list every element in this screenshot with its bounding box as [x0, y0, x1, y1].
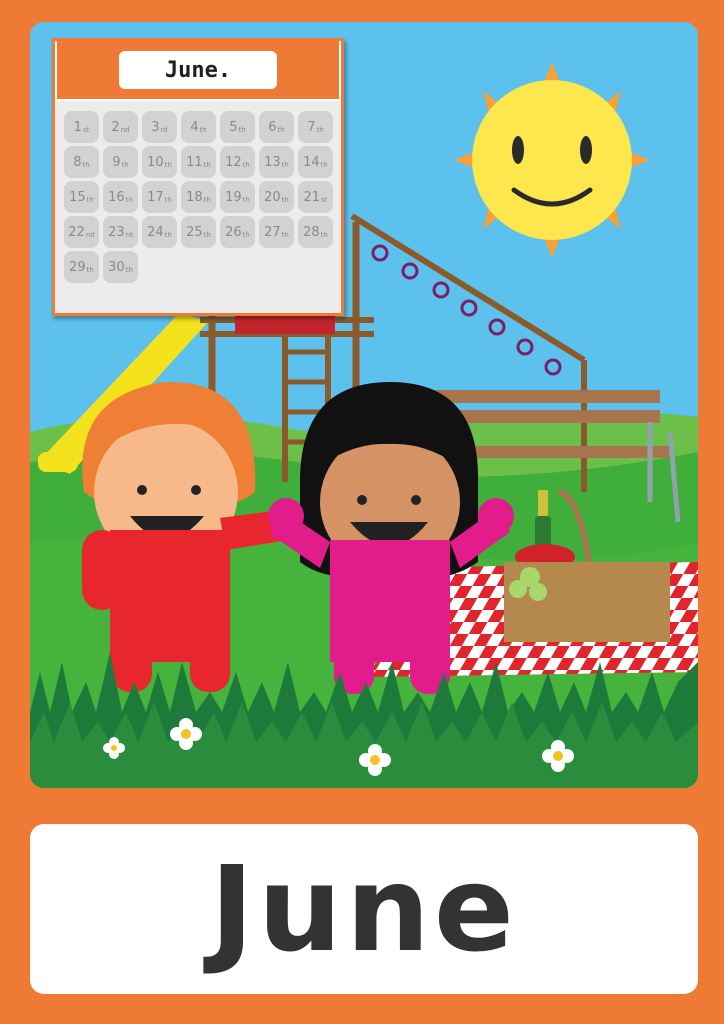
calendar-day: 30th — [103, 251, 138, 283]
calendar-day-suffix: th — [125, 265, 133, 274]
calendar-grid: 1st 2nd 3rd 4th 5th 6th 7th 8th 9th 10th 11th 12th 1… — [64, 111, 333, 283]
label-card: June — [30, 824, 698, 994]
calendar-day-suffix: th — [86, 195, 94, 204]
calendar-day-number: 20 — [264, 189, 281, 205]
calendar-day-number: 2 — [111, 119, 120, 135]
calendar-day-suffix: th — [281, 195, 289, 204]
calendar-day: 18th — [181, 181, 216, 213]
calendar-day-suffix: th — [281, 160, 289, 169]
calendar-day-suffix: th — [125, 195, 133, 204]
calendar-day-suffix: th — [164, 230, 172, 239]
calendar-day-number: 24 — [147, 224, 164, 240]
calendar-day-suffix: th — [238, 125, 246, 134]
calendar-day-suffix: th — [121, 160, 129, 169]
calendar-day-number: 7 — [307, 119, 316, 135]
calendar-day-suffix: th — [164, 160, 172, 169]
calendar-day: 7th — [298, 111, 333, 143]
calendar-day-suffix: th — [277, 125, 285, 134]
calendar-day: 26th — [220, 216, 255, 248]
calendar-day: 1st — [64, 111, 99, 143]
calendar-day: 22nd — [64, 216, 99, 248]
calendar-day: 8th — [64, 146, 99, 178]
calendar-day: 11th — [181, 146, 216, 178]
calendar-day: 24th — [142, 216, 177, 248]
calendar-day-number: 26 — [225, 224, 242, 240]
calendar-day-number: 16 — [108, 189, 125, 205]
calendar-day-number: 13 — [264, 154, 281, 170]
calendar-day-suffix: st — [82, 125, 90, 134]
calendar-day: 17th — [142, 181, 177, 213]
calendar-day-suffix: th — [242, 230, 250, 239]
calendar-day-number: 5 — [229, 119, 238, 135]
calendar-day: 23rd — [103, 216, 138, 248]
calendar-day: 21st — [298, 181, 333, 213]
calendar-day-suffix: rd — [160, 125, 168, 134]
calendar-day-number: 21 — [303, 189, 321, 205]
calendar-day: 4th — [181, 111, 216, 143]
calendar-title: June. — [119, 51, 277, 89]
calendar-day-number: 17 — [147, 189, 164, 205]
calendar-day: 9th — [103, 146, 138, 178]
calendar-day: 3rd — [142, 111, 177, 143]
calendar-day-suffix: th — [281, 230, 289, 239]
calendar-day: 27th — [259, 216, 294, 248]
calendar-day-number: 19 — [225, 189, 242, 205]
calendar-day-number: 3 — [151, 119, 160, 135]
calendar-day-number: 22 — [68, 224, 85, 240]
calendar-day: 19th — [220, 181, 255, 213]
calendar-day-number: 11 — [186, 154, 203, 170]
calendar-day-number: 29 — [69, 259, 86, 275]
sun-icon — [454, 62, 650, 258]
calendar-day-suffix: th — [203, 230, 211, 239]
calendar-day-suffix: th — [203, 195, 211, 204]
month-label: June — [210, 840, 518, 978]
calendar-day-number: 10 — [147, 154, 164, 170]
calendar-day: 15th — [64, 181, 99, 213]
calendar-day: 6th — [259, 111, 294, 143]
calendar-day-number: 28 — [303, 224, 320, 240]
calendar-day-number: 27 — [264, 224, 281, 240]
calendar-day: 28th — [298, 216, 333, 248]
calendar-day: 29th — [64, 251, 99, 283]
calendar-day-suffix: th — [199, 125, 207, 134]
calendar-day: 25th — [181, 216, 216, 248]
calendar-day: 20th — [259, 181, 294, 213]
calendar-day-suffix: nd — [85, 230, 95, 239]
calendar-day: 13th — [259, 146, 294, 178]
calendar-day: 5th — [220, 111, 255, 143]
calendar-day-suffix: th — [86, 265, 94, 274]
calendar-day-number: 25 — [186, 224, 203, 240]
calendar-day-number: 4 — [190, 119, 199, 135]
calendar-day-number: 12 — [225, 154, 242, 170]
calendar-day-number: 30 — [108, 259, 125, 275]
calendar-day-suffix: th — [320, 160, 328, 169]
calendar-day-suffix: nd — [120, 125, 130, 134]
calendar-day-suffix: th — [316, 125, 324, 134]
calendar-day: 14th — [298, 146, 333, 178]
calendar-day-number: 6 — [268, 119, 277, 135]
calendar-day-number: 8 — [73, 154, 82, 170]
calendar-day-suffix: rd — [125, 230, 133, 239]
calendar-day-number: 23 — [108, 224, 125, 240]
calendar-day-number: 15 — [69, 189, 86, 205]
calendar-day: 12th — [220, 146, 255, 178]
calendar-day: 16th — [103, 181, 138, 213]
calendar-day-number: 18 — [186, 189, 203, 205]
calendar-day-suffix: th — [203, 160, 211, 169]
calendar-day-number: 14 — [303, 154, 320, 170]
calendar-day: 10th — [142, 146, 177, 178]
calendar-day-number: 9 — [112, 154, 121, 170]
calendar-header: June. — [55, 41, 341, 101]
illustration-scene: June. 1st 2nd 3rd 4th 5th 6th 7th 8th 9th 10th 11 t… — [30, 22, 698, 788]
calendar-day-suffix: th — [320, 230, 328, 239]
calendar-day-suffix: st — [321, 195, 328, 204]
calendar: June. 1st 2nd 3rd 4th 5th 6th 7th 8th 9th 10th 11 t… — [52, 38, 344, 316]
calendar-day-suffix: th — [164, 195, 172, 204]
calendar-day-suffix: th — [82, 160, 90, 169]
calendar-day-number: 1 — [73, 119, 82, 135]
calendar-day-suffix: th — [242, 195, 250, 204]
calendar-day: 2nd — [103, 111, 138, 143]
calendar-day-suffix: th — [242, 160, 250, 169]
